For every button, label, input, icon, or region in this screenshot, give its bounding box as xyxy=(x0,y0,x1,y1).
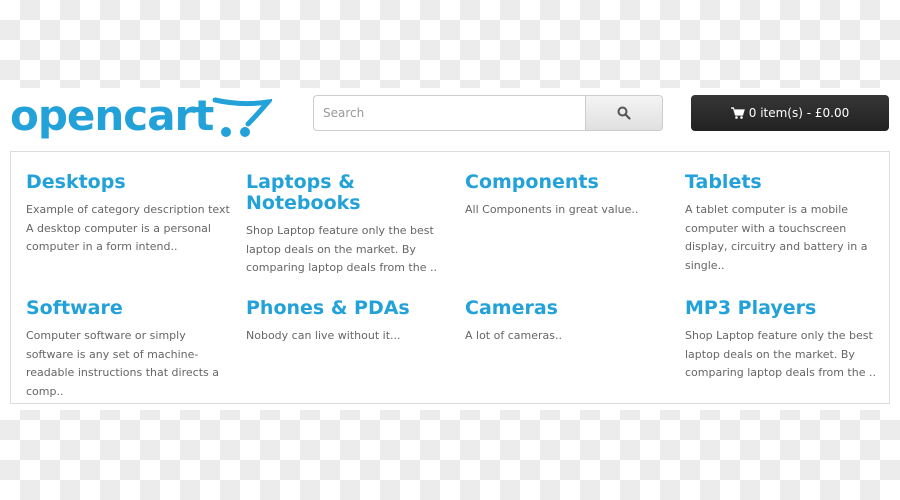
category-description: Example of category description text A d… xyxy=(26,203,230,254)
category-title[interactable]: MP3 Players xyxy=(685,298,889,319)
category-title[interactable]: Desktops xyxy=(26,172,231,193)
cart-label: 0 item(s) - £0.00 xyxy=(748,106,850,120)
search-bar xyxy=(313,95,663,131)
search-icon xyxy=(617,106,631,120)
category-title[interactable]: Tablets xyxy=(685,172,889,193)
category-title[interactable]: Components xyxy=(465,172,670,193)
category-tablets: Tablets A tablet computer is a mobile com… xyxy=(685,152,900,278)
category-cameras: Cameras A lot of cameras.. xyxy=(465,278,685,402)
category-title[interactable]: Cameras xyxy=(465,298,670,319)
category-description: Shop Laptop feature only the best laptop… xyxy=(685,329,876,380)
category-description: A tablet computer is a mobile computer w… xyxy=(685,203,868,273)
category-description: A lot of cameras.. xyxy=(465,329,562,342)
search-button[interactable] xyxy=(585,95,663,131)
category-title[interactable]: Laptops & Notebooks xyxy=(246,172,450,214)
category-description: Shop Laptop feature only the best laptop… xyxy=(246,224,437,275)
cart-button[interactable]: 0 item(s) - £0.00 xyxy=(691,95,889,131)
category-title[interactable]: Software xyxy=(26,298,231,319)
category-description: All Components in great value.. xyxy=(465,203,639,216)
category-phones: Phones & PDAs Nobody can live without it.… xyxy=(246,278,465,402)
category-description: Computer software or simply software is … xyxy=(26,329,219,399)
cart-logo-icon xyxy=(212,97,272,137)
shopping-cart-icon xyxy=(730,107,745,119)
category-mp3-players: MP3 Players Shop Laptop feature only the … xyxy=(685,278,900,402)
search-input[interactable] xyxy=(313,95,585,131)
category-components: Components All Components in great value.… xyxy=(465,152,685,278)
category-laptops: Laptops & Notebooks Shop Laptop feature o… xyxy=(246,152,465,278)
opencart-logo[interactable]: opencart xyxy=(10,91,272,142)
category-description: Nobody can live without it... xyxy=(246,329,401,342)
category-software: Software Computer software or simply soft… xyxy=(26,278,246,402)
category-panel: Desktops Example of category description … xyxy=(10,151,890,404)
logo-text: opencart xyxy=(10,91,214,140)
category-title[interactable]: Phones & PDAs xyxy=(246,298,450,319)
category-desktops: Desktops Example of category description … xyxy=(26,152,246,278)
